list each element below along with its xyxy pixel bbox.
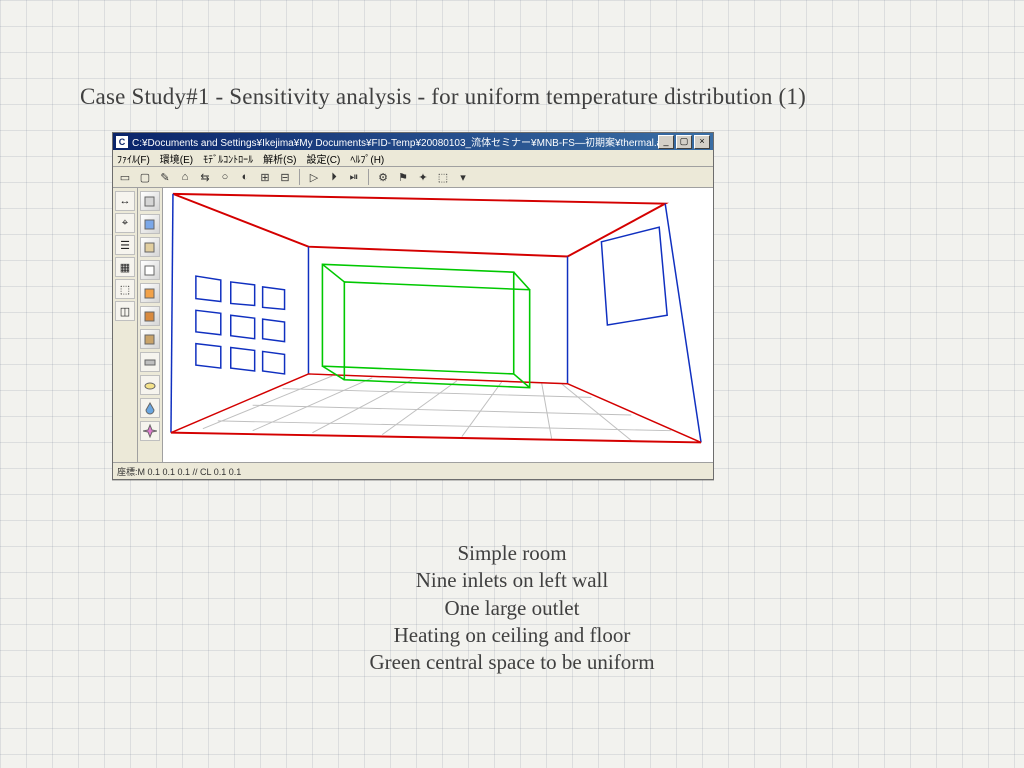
slide-page: Case Study#1 - Sensitivity analysis - fo… [0,0,1024,768]
tool-4[interactable]: ⇆ [196,168,214,186]
tool-18[interactable]: ▾ [454,168,472,186]
cube-orange-icon[interactable] [140,283,160,303]
tool-3[interactable]: ⌂ [176,168,194,186]
tool-16[interactable]: ✦ [414,168,432,186]
side-tool-3[interactable]: ▦ [115,257,135,277]
side-tool-1[interactable]: ⌖ [115,213,135,233]
toolbar-sep-2 [368,169,369,185]
titlebar: C C:¥Documents and Settings¥Ikejima¥My D… [113,133,713,150]
viewport-3d[interactable] [163,188,713,462]
scene-drawing [163,188,713,462]
cube-brick-icon[interactable] [140,306,160,326]
work-area: ↔ ⌖ ☰ ▦ ⬚ ◫ [113,188,713,462]
caption-line-3: Heating on ceiling and floor [0,622,1024,649]
caption-line-0: Simple room [0,540,1024,567]
cube-gray-icon[interactable] [140,191,160,211]
minimize-button[interactable]: _ [658,135,674,149]
panel-gray-icon[interactable] [140,352,160,372]
menu-file[interactable]: ﾌｧｲﾙ(F) [117,151,150,166]
maximize-button[interactable]: ▢ [676,135,692,149]
tool-6[interactable]: ◐ [236,168,254,186]
toolbar-sep-1 [299,169,300,185]
status-text: 座標:M 0.1 0.1 0.1 // CL 0.1 0.1 [117,465,241,478]
tool-7[interactable]: ⊞ [256,168,274,186]
menu-analysis[interactable]: 解析(S) [263,151,296,166]
tool-17[interactable]: ⬚ [434,168,452,186]
figure-caption: Simple room Nine inlets on left wall One… [0,540,1024,676]
cube-white-icon[interactable] [140,260,160,280]
close-button[interactable]: × [694,135,710,149]
menubar: ﾌｧｲﾙ(F) 環境(E) ﾓﾃﾞﾙｺﾝﾄﾛｰﾙ 解析(S) 設定(C) ﾍﾙﾌ… [113,150,713,167]
menu-help[interactable]: ﾍﾙﾌﾟ(H) [350,151,384,166]
toolbar: ▭ ▢ ✎ ⌂ ⇆ ○ ◐ ⊞ ⊟ ▷ ⏵ ⏯ ⚙ ⚑ ✦ ⬚ ▾ [113,167,713,188]
side-tool-0[interactable]: ↔ [115,191,135,211]
menu-model[interactable]: ﾓﾃﾞﾙｺﾝﾄﾛｰﾙ [203,151,253,166]
cube-blue-icon[interactable] [140,214,160,234]
caption-line-4: Green central space to be uniform [0,649,1024,676]
drop-blue-icon[interactable] [140,398,160,418]
side-tool-2[interactable]: ☰ [115,235,135,255]
tool-2[interactable]: ✎ [156,168,174,186]
statusbar: 座標:M 0.1 0.1 0.1 // CL 0.1 0.1 [113,462,713,479]
caption-line-1: Nine inlets on left wall [0,567,1024,594]
menu-env[interactable]: 環境(E) [160,151,193,166]
tool-11[interactable]: ⏵ [325,168,343,186]
menu-settings[interactable]: 設定(C) [306,151,340,166]
app-icon: C [116,136,128,148]
spark-icon[interactable] [140,421,160,441]
tool-1[interactable]: ▢ [136,168,154,186]
cube-wood-icon[interactable] [140,329,160,349]
window-title: C:¥Documents and Settings¥Ikejima¥My Doc… [132,134,658,149]
slide-title: Case Study#1 - Sensitivity analysis - fo… [80,84,806,110]
side-tool-4[interactable]: ⬚ [115,279,135,299]
caption-line-2: One large outlet [0,595,1024,622]
tool-10[interactable]: ▷ [305,168,323,186]
cube-tan-icon[interactable] [140,237,160,257]
tool-14[interactable]: ⚙ [374,168,392,186]
tool-5[interactable]: ○ [216,168,234,186]
tool-8[interactable]: ⊟ [276,168,294,186]
disc-yellow-icon[interactable] [140,375,160,395]
tool-0[interactable]: ▭ [116,168,134,186]
tool-12[interactable]: ⏯ [345,168,363,186]
tool-15[interactable]: ⚑ [394,168,412,186]
side-tool-5[interactable]: ◫ [115,301,135,321]
object-toolbar [138,188,163,462]
app-window: C C:¥Documents and Settings¥Ikejima¥My D… [112,132,714,480]
side-toolbar: ↔ ⌖ ☰ ▦ ⬚ ◫ [113,188,138,462]
